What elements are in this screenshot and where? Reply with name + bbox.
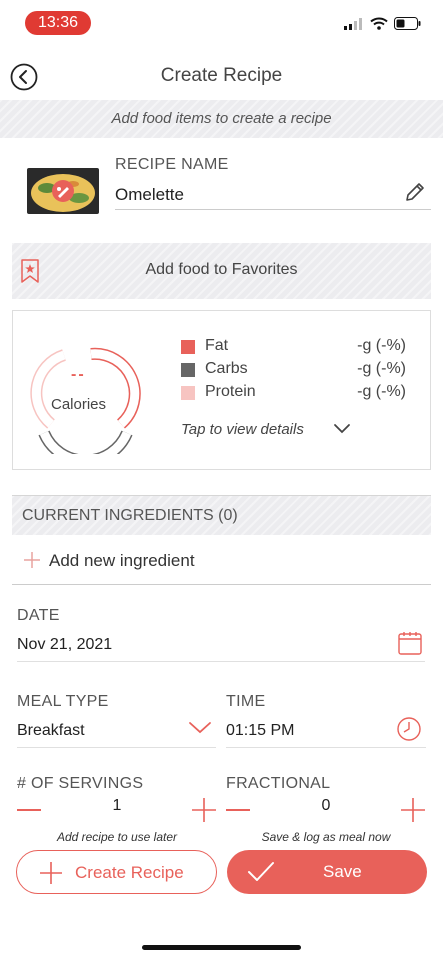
save-button[interactable]: Save — [227, 850, 427, 894]
hint-bar: Add food items to create a recipe — [0, 100, 443, 138]
page-title: Create Recipe — [160, 65, 283, 86]
create-recipe-button[interactable]: Create Recipe — [16, 850, 217, 894]
fractional-stepper: 0 — [226, 795, 426, 825]
chevron-down-icon[interactable] — [333, 423, 351, 435]
calendar-icon[interactable] — [397, 630, 423, 656]
fractional-label: FRACTIONAL — [226, 775, 331, 792]
calories-label: Calories — [51, 396, 107, 413]
edit-pencil-icon[interactable] — [403, 180, 427, 204]
macro-value: -g (-%) — [357, 360, 406, 377]
calories-value: -- — [71, 366, 86, 383]
nutrition-summary-card[interactable]: -- Calories Fat -g (-%) Carbs -g (-%) Pr… — [12, 310, 431, 470]
plus-icon — [40, 862, 62, 884]
recipe-name-label: RECIPE NAME — [115, 156, 229, 173]
status-time: 13:36 — [25, 11, 91, 35]
macro-row-protein: Protein -g (-%) — [181, 383, 406, 403]
recipe-photo[interactable] — [27, 168, 99, 214]
status-bar: 13:36 — [0, 0, 443, 46]
fractional-value: 0 — [321, 797, 331, 814]
macro-value: -g (-%) — [357, 337, 406, 354]
macro-row-fat: Fat -g (-%) — [181, 337, 406, 357]
calorie-ring — [30, 347, 141, 454]
recipe-name-input[interactable]: Omelette — [115, 182, 431, 210]
plus-icon — [24, 552, 40, 568]
view-details-link[interactable]: Tap to view details — [181, 421, 304, 438]
fractional-increment-button[interactable] — [400, 797, 426, 823]
servings-hint: Add recipe to use later — [56, 830, 178, 844]
fat-swatch — [181, 340, 195, 354]
macro-value: -g (-%) — [357, 383, 406, 400]
wifi-icon — [370, 17, 388, 30]
create-recipe-label: Create Recipe — [75, 863, 184, 882]
add-to-favorites-button[interactable]: Add food to Favorites — [12, 243, 431, 299]
status-icons — [344, 17, 421, 30]
add-ingredient-button[interactable]: Add new ingredient — [12, 535, 431, 585]
macro-row-carbs: Carbs -g (-%) — [181, 360, 406, 380]
servings-increment-button[interactable] — [191, 797, 217, 823]
macro-name: Protein — [205, 383, 256, 400]
fractional-hint: Save & log as meal now — [261, 830, 391, 844]
battery-icon — [394, 17, 421, 30]
date-label: DATE — [17, 607, 60, 624]
add-ingredient-label: Add new ingredient — [49, 551, 195, 570]
protein-swatch — [181, 386, 195, 400]
servings-label: # OF SERVINGS — [17, 775, 144, 792]
date-field[interactable]: Nov 21, 2021 — [17, 632, 425, 662]
ingredients-header: CURRENT INGREDIENTS (0) — [12, 495, 431, 535]
macro-name: Fat — [205, 337, 229, 354]
add-to-favorites-label: Add food to Favorites — [145, 261, 298, 278]
nav-bar: Create Recipe — [0, 50, 443, 100]
clock-icon[interactable] — [396, 716, 422, 742]
fractional-decrement-button[interactable] — [226, 809, 250, 811]
macro-name: Carbs — [205, 360, 248, 377]
checkmark-icon — [248, 862, 274, 881]
time-label: TIME — [226, 693, 266, 710]
meal-type-label: MEAL TYPE — [17, 693, 109, 710]
chevron-down-icon[interactable] — [188, 721, 212, 735]
servings-decrement-button[interactable] — [17, 809, 41, 811]
servings-stepper: 1 — [17, 795, 217, 825]
home-indicator[interactable] — [142, 945, 301, 950]
meal-type-select[interactable]: Breakfast — [17, 718, 216, 748]
carbs-swatch — [181, 363, 195, 377]
save-label: Save — [323, 862, 362, 881]
signal-icon — [344, 17, 362, 30]
servings-value: 1 — [112, 797, 122, 814]
